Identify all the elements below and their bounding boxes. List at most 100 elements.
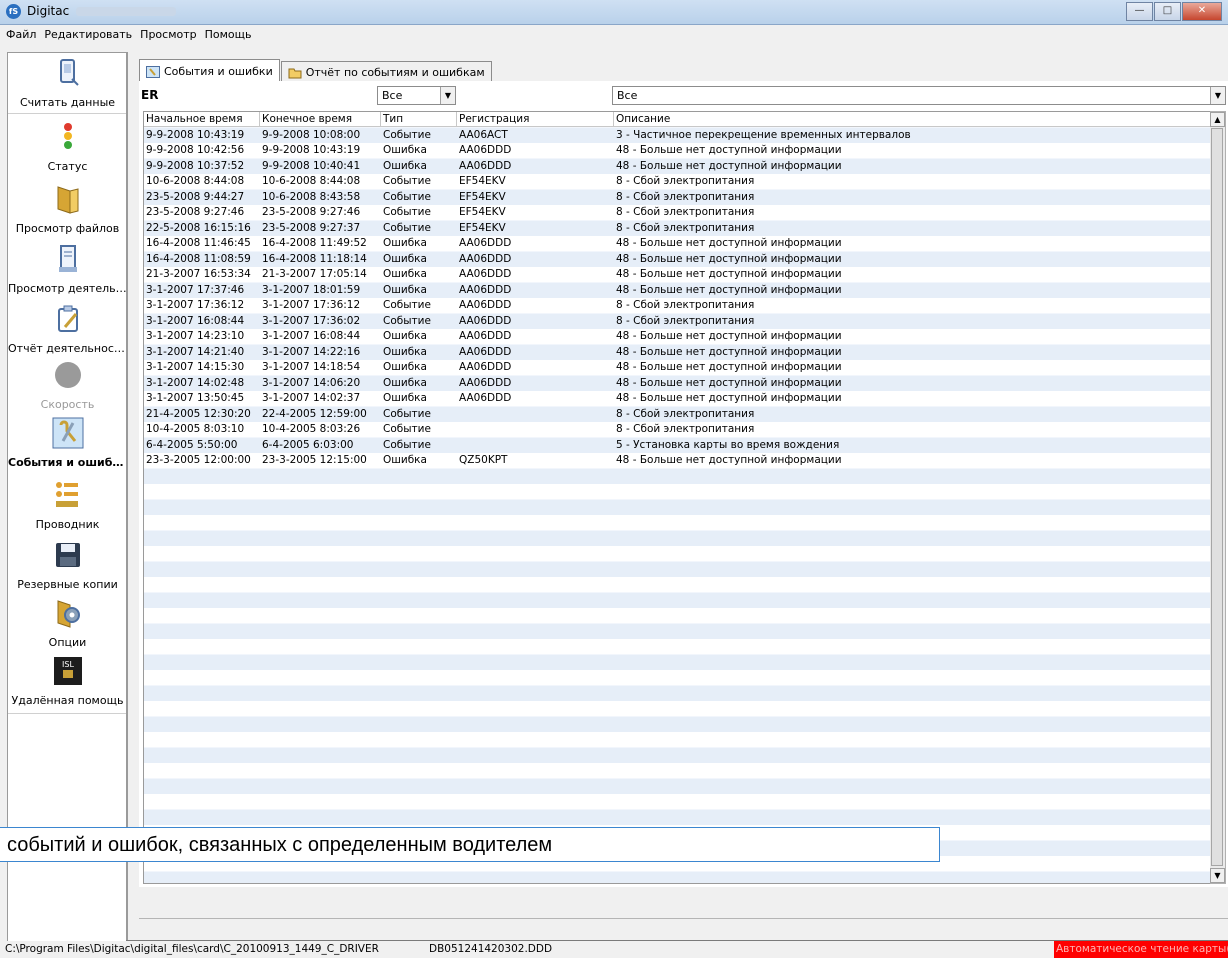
table-row[interactable]: 9-9-2008 10:43:19 9-9-2008 10:08:00 Событи…	[144, 128, 1210, 144]
column-end-time[interactable]: Конечное время	[260, 112, 381, 126]
sidebar-label: Проводник	[35, 518, 100, 531]
table-cell: 22-5-2008 16:15:16	[146, 221, 251, 234]
table-row[interactable]: 21-3-2007 16:53:34 21-3-2007 17:05:14 Ошиб…	[144, 267, 1210, 283]
description-filter-select[interactable]: Все ▼	[612, 86, 1226, 105]
type-filter-value: Все	[382, 89, 403, 102]
maximize-button[interactable]: □	[1154, 2, 1181, 21]
sidebar-label: Просмотр файлов	[15, 222, 120, 235]
column-type[interactable]: Тип	[381, 112, 457, 126]
table-cell: 48 - Больше нет доступной информации	[616, 345, 842, 358]
table-row[interactable]: 6-4-2005 5:50:00 6-4-2005 6:03:00 Событие 5…	[144, 438, 1210, 454]
table-row[interactable]: 3-1-2007 16:08:44 3-1-2007 17:36:02 Событи…	[144, 314, 1210, 330]
table-row[interactable]: 3-1-2007 17:36:12 3-1-2007 17:36:12 Событи…	[144, 298, 1210, 314]
table-cell: 3-1-2007 14:21:40	[146, 345, 245, 358]
explorer-icon	[55, 482, 78, 507]
table-cell: Ошибка	[383, 392, 427, 404]
table-row[interactable]: 3-1-2007 17:37:46 3-1-2007 18:01:59 Ошибка…	[144, 283, 1210, 299]
table-row[interactable]: 9-9-2008 10:42:56 9-9-2008 10:43:19 Ошибка…	[144, 143, 1210, 159]
events-table[interactable]: Начальное время Конечное время Тип Регис…	[143, 111, 1211, 884]
scroll-up-icon[interactable]: ▲	[1210, 112, 1225, 127]
sidebar-item-read-data[interactable]: Считать данные	[8, 57, 127, 109]
menu-edit[interactable]: Редактировать	[38, 25, 134, 41]
remote-help-icon: ISL	[53, 657, 82, 685]
table-cell: 48 - Больше нет доступной информации	[616, 159, 842, 172]
auto-read-status[interactable]: Автоматическое чтение карты(Вы	[1054, 941, 1228, 958]
table-row[interactable]: 23-5-2008 9:44:27 10-6-2008 8:43:58 Событи…	[144, 190, 1210, 206]
chevron-down-icon[interactable]: ▼	[440, 87, 455, 104]
title-blur	[76, 7, 176, 16]
table-cell: 48 - Больше нет доступной информации	[616, 392, 842, 404]
table-cell: 3-1-2007 16:08:44	[146, 314, 245, 327]
folder-icon	[57, 186, 78, 214]
table-cell: 8 - Сбой электропитания	[616, 221, 755, 234]
table-row[interactable]: 10-4-2005 8:03:10 10-4-2005 8:03:26 Событи…	[144, 422, 1210, 438]
table-cell: 9-9-2008 10:42:56	[146, 144, 245, 156]
table-row[interactable]: 3-1-2007 14:21:40 3-1-2007 14:22:16 Ошибка…	[144, 345, 1210, 361]
report-icon	[57, 305, 78, 332]
close-button[interactable]: ✕	[1182, 2, 1222, 21]
table-row[interactable]: 3-1-2007 13:50:45 3-1-2007 14:02:37 Ошибка…	[144, 391, 1210, 407]
sidebar-item-options[interactable]: Опции	[8, 597, 127, 649]
sidebar-item-backups[interactable]: Резервные копии	[8, 539, 127, 591]
minimize-button[interactable]: —	[1126, 2, 1153, 21]
table-cell: 21-4-2005 12:30:20	[146, 407, 251, 420]
table-cell: AA06DDD	[459, 268, 512, 280]
tab-events-report[interactable]: Отчёт по событиям и ошибкам	[280, 61, 492, 81]
table-cell: 3 - Частичное перекрещение временных инт…	[616, 128, 911, 141]
menu-view[interactable]: Просмотр	[134, 25, 198, 41]
type-filter-select[interactable]: Все ▼	[377, 86, 456, 105]
table-cell: AA06DDD	[459, 314, 512, 327]
table-row[interactable]: 3-1-2007 14:15:30 3-1-2007 14:18:54 Ошибка…	[144, 360, 1210, 376]
table-row[interactable]: 3-1-2007 14:23:10 3-1-2007 16:08:44 Ошибка…	[144, 329, 1210, 345]
table-cell: 16-4-2008 11:46:45	[146, 237, 251, 249]
table-cell: AA06DDD	[459, 345, 512, 358]
panel-divider	[126, 52, 127, 940]
table-cell: 8 - Сбой электропитания	[616, 423, 755, 435]
table-row[interactable]: 23-5-2008 9:27:46 23-5-2008 9:27:46 Событи…	[144, 205, 1210, 221]
divider	[8, 113, 127, 114]
sidebar-item-activity-view[interactable]: Просмотр деятельн...	[8, 243, 127, 295]
table-row[interactable]: 3-1-2007 14:02:48 3-1-2007 14:06:20 Ошибка…	[144, 376, 1210, 392]
table-cell: 3-1-2007 14:06:20	[262, 376, 361, 389]
table-row[interactable]: 21-4-2005 12:30:20 22-4-2005 12:59:00 Собы…	[144, 407, 1210, 423]
table-cell: Ошибка	[383, 330, 427, 342]
vertical-scrollbar[interactable]: ▲ ▼	[1210, 111, 1226, 884]
table-cell: AA06DDD	[459, 299, 512, 311]
table-cell: 23-3-2005 12:00:00	[146, 454, 251, 466]
table-row[interactable]: 16-4-2008 11:46:45 16-4-2008 11:49:52 Ошиб…	[144, 236, 1210, 252]
table-cell: 23-5-2008 9:27:46	[262, 206, 361, 218]
table-cell: Событие	[383, 407, 431, 420]
sidebar-item-remote-help[interactable]: ISL Удалённая помощь	[8, 655, 127, 707]
document-icon	[58, 245, 77, 272]
menu-file[interactable]: Файл	[0, 25, 38, 41]
table-cell: 10-6-2008 8:43:58	[262, 190, 361, 203]
table-row[interactable]: 22-5-2008 16:15:16 23-5-2008 9:27:37 Событ…	[144, 221, 1210, 237]
table-cell: 48 - Больше нет доступной информации	[616, 237, 842, 249]
table-row[interactable]: 9-9-2008 10:37:52 9-9-2008 10:40:41 Ошибка…	[144, 159, 1210, 175]
sidebar-item-file-view[interactable]: Просмотр файлов	[8, 183, 127, 235]
table-row[interactable]: 23-3-2005 12:00:00 23-3-2005 12:15:00 Ошиб…	[144, 453, 1210, 469]
sidebar-item-activity-report[interactable]: Отчёт деятельности	[8, 303, 127, 355]
table-cell: AA06DDD	[459, 361, 512, 373]
table-cell: 23-3-2005 12:15:00	[262, 454, 367, 466]
table-cell: 9-9-2008 10:43:19	[146, 128, 245, 141]
svg-text:ISL: ISL	[62, 660, 74, 669]
chevron-down-icon[interactable]: ▼	[1210, 87, 1225, 104]
column-registration[interactable]: Регистрация	[457, 112, 614, 126]
column-start-time[interactable]: Начальное время	[144, 112, 260, 126]
sidebar: Считать данные Статус Просмотр файлов Пр…	[7, 52, 128, 942]
scroll-thumb[interactable]	[1211, 128, 1223, 866]
sidebar-label: События и ошибки	[8, 456, 127, 469]
table-row[interactable]: 10-6-2008 8:44:08 10-6-2008 8:44:08 Событи…	[144, 174, 1210, 190]
menu-help[interactable]: Помощь	[199, 25, 254, 41]
column-description[interactable]: Описание	[614, 112, 1210, 126]
sidebar-label: Отчёт деятельности	[8, 342, 127, 355]
table-row[interactable]: 16-4-2008 11:08:59 16-4-2008 11:18:14 Ошиб…	[144, 252, 1210, 268]
sidebar-item-speed[interactable]: Скорость	[8, 359, 127, 411]
sidebar-item-explorer[interactable]: Проводник	[8, 479, 127, 531]
sidebar-item-events-errors[interactable]: События и ошибки	[8, 417, 127, 469]
scroll-down-icon[interactable]: ▼	[1210, 868, 1225, 883]
tab-events-errors[interactable]: События и ошибки	[139, 59, 280, 81]
sidebar-item-status[interactable]: Статус	[8, 121, 127, 173]
table-cell: 48 - Больше нет доступной информации	[616, 144, 842, 156]
